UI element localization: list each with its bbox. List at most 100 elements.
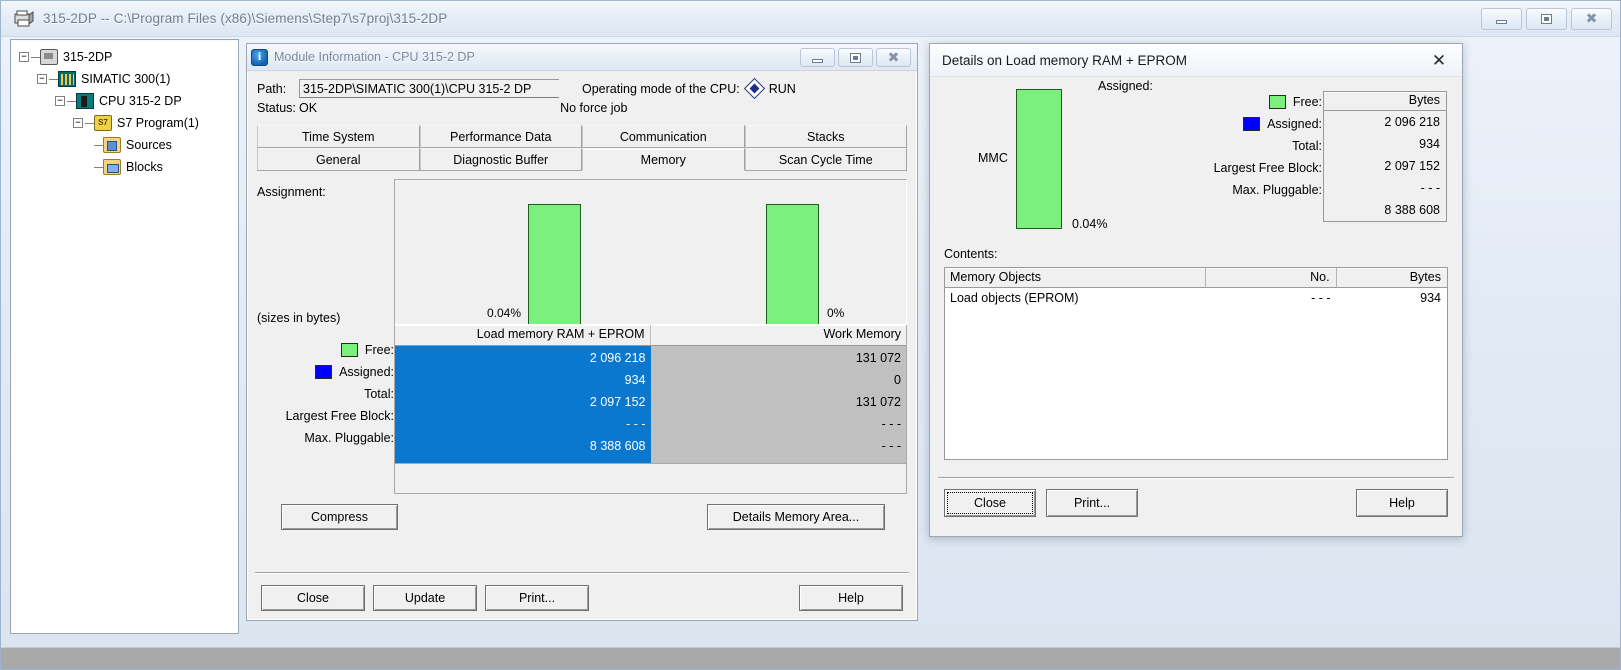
contents-table[interactable]: Memory Objects No. Bytes Load objects (E… bbox=[944, 267, 1448, 460]
path-row: Path: 315-2DP\SIMATIC 300(1)\CPU 315-2 D… bbox=[257, 77, 907, 100]
bar-load-memory bbox=[528, 204, 581, 324]
status-row: Status: OK No force job bbox=[257, 101, 907, 115]
project-icon bbox=[40, 49, 58, 65]
tree-item-label: S7 Program(1) bbox=[117, 116, 199, 130]
legend-row-max-pluggable: Max. Pluggable: bbox=[257, 427, 394, 449]
value-largest-free-block: - - - bbox=[1420, 181, 1440, 195]
legend-label: Max. Pluggable: bbox=[1232, 183, 1322, 197]
column-header-memory-objects[interactable]: Memory Objects bbox=[945, 268, 1207, 287]
assigned-caption: Assigned: bbox=[1098, 79, 1153, 93]
tree-item-cpu-315-2-dp[interactable]: − CPU 315-2 DP bbox=[15, 90, 238, 112]
tree-connector bbox=[67, 100, 76, 102]
info-icon[interactable] bbox=[251, 48, 268, 66]
value-assigned: 934 bbox=[1419, 137, 1440, 151]
maximize-button[interactable] bbox=[1526, 8, 1567, 30]
tab-time-system[interactable]: Time System bbox=[257, 125, 420, 148]
close-button[interactable]: ✖ bbox=[1571, 8, 1612, 30]
memory-table-header: Load memory RAM + EPROM Work Memory bbox=[395, 325, 906, 346]
expander-icon[interactable]: − bbox=[19, 52, 29, 62]
tree-item-label: CPU 315-2 DP bbox=[99, 94, 182, 108]
cell-free: 2 096 218 bbox=[589, 351, 646, 365]
tab-scan-cycle-time[interactable]: Scan Cycle Time bbox=[744, 148, 907, 170]
close-icon[interactable]: ✕ bbox=[1426, 50, 1452, 72]
details-memory-area-button[interactable]: Details Memory Area... bbox=[707, 504, 885, 530]
column-header-work-memory[interactable]: Work Memory bbox=[651, 325, 907, 345]
tree-connector bbox=[85, 122, 94, 124]
bar-label-load-memory: 0.04% bbox=[487, 306, 522, 320]
expander-icon[interactable]: − bbox=[37, 74, 47, 84]
column-header-load-memory[interactable]: Load memory RAM + EPROM bbox=[395, 325, 651, 345]
operating-mode-value: RUN bbox=[768, 81, 796, 96]
contents-table-header: Memory Objects No. Bytes bbox=[945, 268, 1447, 288]
tab-communication[interactable]: Communication bbox=[582, 125, 745, 148]
assigned-color-swatch bbox=[315, 365, 333, 379]
tab-diagnostic-buffer[interactable]: Diagnostic Buffer bbox=[419, 148, 582, 170]
print-button[interactable]: Print... bbox=[485, 585, 589, 611]
tree-item-label: Blocks bbox=[126, 160, 163, 174]
memory-table-column-work-memory[interactable]: 131 072 0 131 072 - - - - - - bbox=[650, 346, 906, 463]
close-button[interactable]: Close bbox=[261, 585, 365, 611]
memory-panel: Assignment: (sizes in bytes) Free: Assig… bbox=[257, 179, 907, 494]
s7-program-icon: S7 bbox=[94, 115, 112, 131]
tab-label: Performance Data bbox=[450, 129, 552, 144]
legend-label: Free: bbox=[1292, 95, 1322, 109]
tab-performance-data[interactable]: Performance Data bbox=[419, 125, 582, 148]
module-information-titlebar: Module Information - CPU 315-2 DP ✖ bbox=[247, 44, 917, 71]
tab-general[interactable]: General bbox=[257, 148, 420, 170]
column-header-bytes[interactable]: Bytes bbox=[1337, 268, 1447, 287]
compress-button[interactable]: Compress bbox=[281, 504, 398, 530]
print-button[interactable]: Print... bbox=[1046, 489, 1138, 517]
tree-item-s7-program[interactable]: − S7 S7 Program(1) bbox=[15, 112, 238, 134]
help-button[interactable]: Help bbox=[1356, 489, 1448, 517]
operating-mode-label: Operating mode of the CPU: bbox=[582, 81, 740, 96]
column-header-no[interactable]: No. bbox=[1206, 268, 1337, 287]
tree-item-315-2dp[interactable]: − 315-2DP bbox=[15, 46, 238, 68]
tree-item-simatic-300[interactable]: − SIMATIC 300(1) bbox=[15, 68, 238, 90]
minimize-icon bbox=[1496, 20, 1507, 24]
tab-label: Stacks bbox=[806, 129, 845, 144]
blocks-folder-icon bbox=[103, 159, 121, 175]
mmc-label: MMC bbox=[978, 151, 1008, 165]
free-color-swatch bbox=[340, 343, 358, 357]
tree-item-label: 315-2DP bbox=[63, 50, 113, 64]
mdi-restore-button[interactable] bbox=[838, 48, 873, 67]
tab-row-top: Time System Performance Data Communicati… bbox=[257, 125, 907, 148]
minimize-button[interactable] bbox=[1481, 8, 1522, 30]
update-button[interactable]: Update bbox=[373, 585, 477, 611]
close-icon: ✖ bbox=[887, 49, 900, 66]
memory-table-column-load-memory[interactable]: 2 096 218 934 2 097 152 - - - 8 388 608 bbox=[395, 346, 651, 463]
legend-label: Assigned: bbox=[1267, 117, 1322, 131]
status-value: OK bbox=[299, 101, 318, 115]
cell-no: - - - bbox=[1311, 291, 1331, 305]
tab-memory[interactable]: Memory bbox=[582, 148, 745, 171]
help-button[interactable]: Help bbox=[799, 585, 903, 611]
tree-item-label: SIMATIC 300(1) bbox=[81, 72, 171, 86]
tree-item-blocks[interactable]: Blocks bbox=[15, 156, 238, 178]
cell-largest-free-block: - - - bbox=[626, 417, 646, 431]
expander-icon[interactable]: − bbox=[55, 96, 65, 106]
bar-mmc bbox=[1016, 89, 1062, 229]
mdi-close-button[interactable]: ✖ bbox=[876, 48, 911, 67]
tab-label: Memory bbox=[640, 152, 686, 167]
project-icon bbox=[13, 9, 35, 29]
close-button[interactable]: Close bbox=[944, 489, 1036, 517]
module-information-title: Module Information - CPU 315-2 DP bbox=[274, 50, 475, 64]
values-header-bytes: Bytes bbox=[1324, 92, 1446, 111]
tree-item-sources[interactable]: Sources bbox=[15, 134, 238, 156]
legend-row-total: Total: bbox=[1200, 135, 1322, 157]
tab-stacks[interactable]: Stacks bbox=[744, 125, 907, 148]
restore-icon bbox=[850, 52, 861, 63]
mdi-minimize-button[interactable] bbox=[800, 48, 835, 67]
table-row[interactable]: Load objects (EPROM) - - - 934 bbox=[945, 288, 1447, 308]
cell-max-pluggable: 8 388 608 bbox=[589, 439, 646, 453]
tree-connector bbox=[31, 56, 40, 58]
project-tree-pane[interactable]: − 315-2DP − SIMATIC 300(1) − CPU 315-2 D… bbox=[10, 39, 239, 634]
expander-icon[interactable]: − bbox=[73, 118, 83, 128]
path-field[interactable]: 315-2DP\SIMATIC 300(1)\CPU 315-2 DP bbox=[299, 79, 559, 98]
legend-label: Largest Free Block: bbox=[1213, 161, 1322, 175]
memory-table-body: 2 096 218 934 2 097 152 - - - 8 388 608 … bbox=[395, 346, 906, 463]
minimize-icon bbox=[812, 58, 823, 63]
details-legend: Free: Assigned: Total: Largest Free Bloc… bbox=[1200, 91, 1322, 201]
mmc-percent-label: 0.04% bbox=[1072, 217, 1108, 231]
cell-assigned: 0 bbox=[894, 373, 901, 387]
